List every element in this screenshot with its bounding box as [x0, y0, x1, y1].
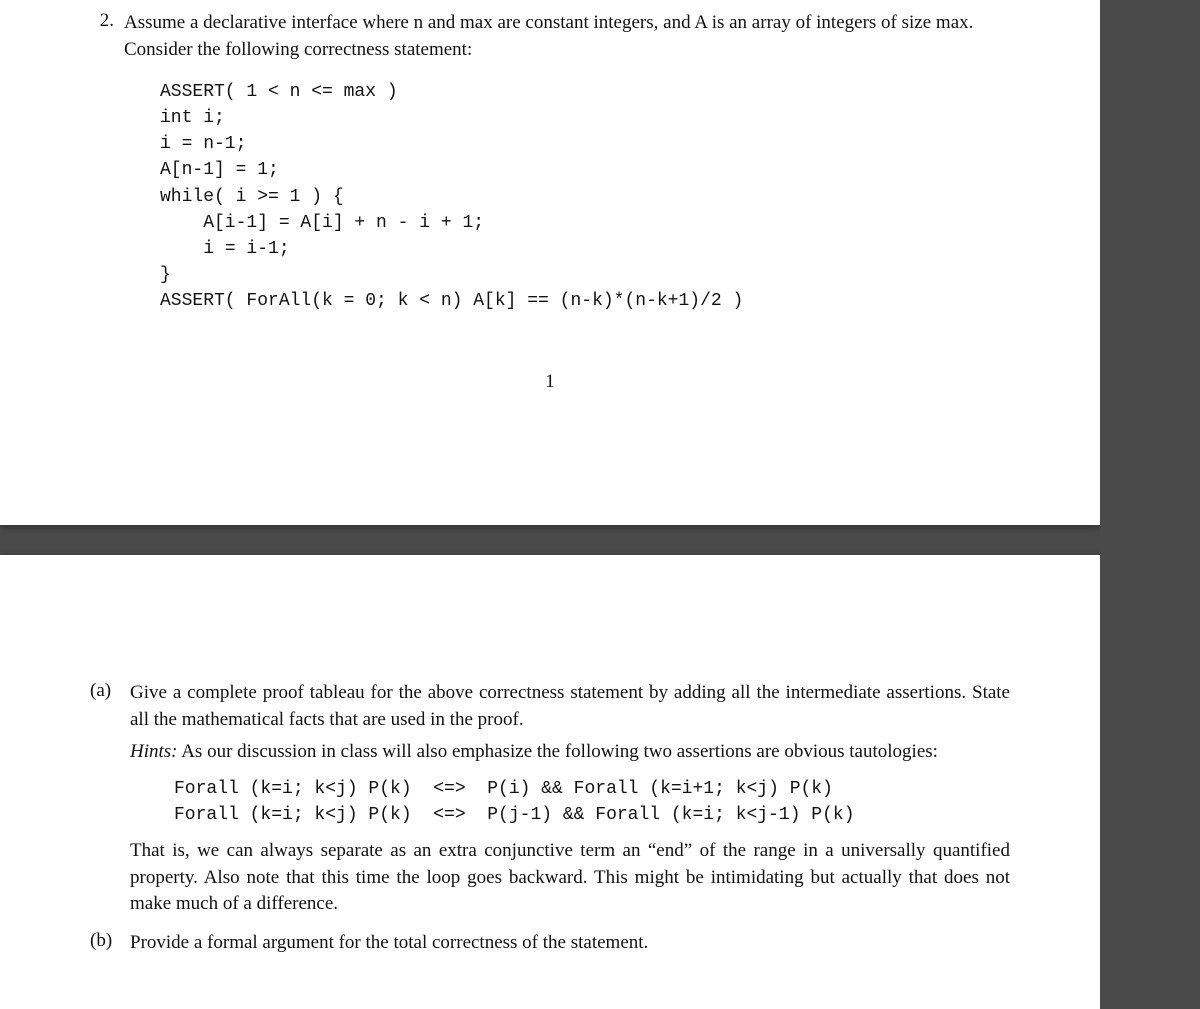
- subpart-a-p1: Give a complete proof tableau for the ab…: [130, 680, 1010, 733]
- problem-number: 2.: [90, 10, 114, 314]
- subparts-list: (a) Give a complete proof tableau for th…: [90, 680, 1010, 962]
- subpart-a-body: Give a complete proof tableau for the ab…: [130, 680, 1010, 924]
- page-number: 1: [0, 371, 1100, 393]
- subpart-b-label: (b): [90, 930, 120, 963]
- problem-body: Assume a declarative interface where n a…: [124, 10, 1010, 314]
- subpart-a: (a) Give a complete proof tableau for th…: [90, 680, 1010, 924]
- problem-intro: Assume a declarative interface where n a…: [124, 10, 1010, 63]
- code-block: ASSERT( 1 < n <= max ) int i; i = n-1; A…: [160, 79, 1010, 314]
- document-page-2: (a) Give a complete proof tableau for th…: [0, 555, 1100, 1009]
- subpart-a-hints: Hints: As our discussion in class will a…: [130, 739, 1010, 766]
- tautology-code: Forall (k=i; k<j) P(k) <=> P(i) && Foral…: [174, 776, 1010, 828]
- pdf-viewer: 2. Assume a declarative interface where …: [0, 0, 1100, 1009]
- viewer-gutter: [1100, 0, 1200, 1009]
- subpart-a-p3: That is, we can always separate as an ex…: [130, 838, 1010, 918]
- subpart-b-text: Provide a formal argument for the total …: [130, 930, 1010, 957]
- hints-text: As our discussion in class will also emp…: [178, 741, 938, 762]
- hints-label: Hints:: [130, 741, 178, 762]
- subpart-b: (b) Provide a formal argument for the to…: [90, 930, 1010, 963]
- document-page-1: 2. Assume a declarative interface where …: [0, 0, 1100, 525]
- subpart-a-label: (a): [90, 680, 120, 924]
- problem-2: 2. Assume a declarative interface where …: [90, 10, 1010, 314]
- subpart-b-body: Provide a formal argument for the total …: [130, 930, 1010, 963]
